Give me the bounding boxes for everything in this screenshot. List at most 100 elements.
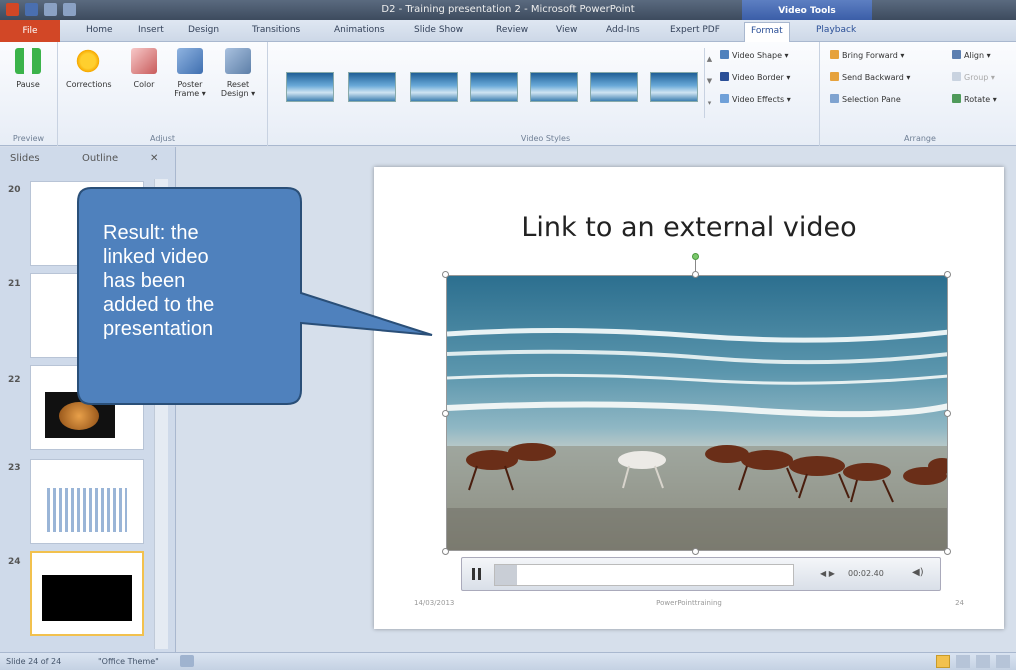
tab-review[interactable]: Review <box>496 25 528 35</box>
preview-group-label: Preview <box>12 134 45 143</box>
send-backward-icon <box>830 72 839 81</box>
tab-slide-show[interactable]: Slide Show <box>414 25 463 35</box>
slide-footer-number: 24 <box>955 599 964 607</box>
video-image <box>447 276 947 550</box>
status-bar: Slide 24 of 24 "Office Theme" <box>0 652 1016 670</box>
title-bar: D2 - Training presentation 2 - Microsoft… <box>0 0 1016 20</box>
rotate-icon <box>952 94 961 103</box>
ribbon: Pause Preview Corrections Color Poster F… <box>0 42 1016 146</box>
tab-slides[interactable]: Slides <box>10 153 40 164</box>
align-button[interactable]: Align ▾ <box>952 50 991 60</box>
slide-sorter-view-icon[interactable] <box>956 655 970 668</box>
preview-group: Pause Preview <box>0 42 58 146</box>
callout-text: Result: the linked video has been added … <box>103 222 215 340</box>
close-pane-icon[interactable]: ✕ <box>150 153 158 164</box>
thumbnail-video <box>42 575 132 621</box>
reset-design-icon <box>225 48 251 74</box>
tab-outline[interactable]: Outline <box>82 153 118 164</box>
reset-design-button[interactable]: Reset Design ▾ <box>216 48 260 98</box>
bring-forward-icon <box>830 50 839 59</box>
step-back-forward-icon[interactable]: ◀ ▶ <box>820 569 835 578</box>
arrange-group: Bring Forward ▾ Send Backward ▾ Selectio… <box>824 42 1016 146</box>
reading-view-icon[interactable] <box>976 655 990 668</box>
video-seek-bar[interactable] <box>494 564 794 586</box>
tab-design[interactable]: Design <box>188 25 219 35</box>
spellcheck-icon[interactable] <box>180 655 194 667</box>
pause-icon <box>472 568 475 580</box>
adjust-group-label: Adjust <box>149 134 175 143</box>
video-frame[interactable] <box>446 275 948 551</box>
video-style-thumb[interactable] <box>650 72 698 102</box>
rotation-handle[interactable] <box>692 253 699 260</box>
tab-view[interactable]: View <box>556 25 577 35</box>
tab-insert[interactable]: Insert <box>138 25 164 35</box>
video-border-button[interactable]: Video Border ▾ <box>720 72 790 82</box>
slide-number: 24 <box>8 557 21 567</box>
resize-handle[interactable] <box>442 548 449 555</box>
ribbon-tab-bar: File Home Insert Design Transitions Anim… <box>0 20 1016 43</box>
poster-frame-icon <box>177 48 203 74</box>
video-tools-context-header: Video Tools <box>742 0 872 20</box>
corrections-button[interactable]: Corrections <box>66 48 112 89</box>
slide-thumbnail-selected[interactable] <box>30 551 144 636</box>
send-backward-button[interactable]: Send Backward ▾ <box>830 72 910 82</box>
theme-name[interactable]: "Office Theme" <box>98 657 159 666</box>
pause-button[interactable]: Pause <box>6 48 50 89</box>
tab-transitions[interactable]: Transitions <box>252 25 300 35</box>
video-effects-button[interactable]: Video Effects ▾ <box>720 94 791 104</box>
video-style-thumb[interactable] <box>590 72 638 102</box>
group-icon <box>952 72 961 81</box>
video-border-icon <box>720 72 729 81</box>
resize-handle[interactable] <box>692 271 699 278</box>
resize-handle[interactable] <box>442 410 449 417</box>
resize-handle[interactable] <box>944 548 951 555</box>
video-style-thumb[interactable] <box>286 72 334 102</box>
tab-expert-pdf[interactable]: Expert PDF <box>670 25 720 35</box>
video-styles-group: ▲ ▼ ▾ Video Shape ▾ Video Border ▾ Video E… <box>272 42 820 146</box>
video-style-thumb[interactable] <box>530 72 578 102</box>
video-style-thumb[interactable] <box>470 72 518 102</box>
align-icon <box>952 50 961 59</box>
resize-handle[interactable] <box>944 410 951 417</box>
slideshow-view-icon[interactable] <box>996 655 1010 668</box>
seek-thumb[interactable] <box>495 565 517 585</box>
sun-icon <box>75 48 101 74</box>
callout-annotation: Result: the linked video has been added … <box>77 187 517 407</box>
slide-thumbnail[interactable] <box>30 459 144 544</box>
poster-frame-button[interactable]: Poster Frame ▾ <box>168 48 212 98</box>
color-button[interactable]: Color <box>122 48 166 89</box>
pause-icon-bar <box>478 568 481 580</box>
pause-icon <box>15 48 41 74</box>
slide-counter: Slide 24 of 24 <box>6 657 62 666</box>
video-time: 00:02.40 <box>848 569 884 578</box>
slide-footer-text: PowerPointtraining <box>656 599 722 607</box>
tab-add-ins[interactable]: Add-Ins <box>606 25 640 35</box>
tab-playback[interactable]: Playback <box>816 25 856 35</box>
tab-format[interactable]: Format <box>744 22 790 43</box>
video-style-thumb[interactable] <box>348 72 396 102</box>
bring-forward-button[interactable]: Bring Forward ▾ <box>830 50 904 60</box>
resize-handle[interactable] <box>944 271 951 278</box>
color-icon <box>131 48 157 74</box>
normal-view-icon[interactable] <box>936 655 950 668</box>
video-shape-button[interactable]: Video Shape ▾ <box>720 50 789 60</box>
selection-pane-icon <box>830 94 839 103</box>
tab-animations[interactable]: Animations <box>334 25 385 35</box>
slide-number: 23 <box>8 463 21 473</box>
slide-number: 22 <box>8 375 21 385</box>
video-style-thumb[interactable] <box>410 72 458 102</box>
arrange-group-label: Arrange <box>904 134 936 143</box>
tab-file[interactable]: File <box>0 20 60 42</box>
volume-icon[interactable]: ◀) <box>912 567 924 578</box>
thumbnail-chart <box>47 488 127 532</box>
video-effects-icon <box>720 94 729 103</box>
resize-handle[interactable] <box>692 548 699 555</box>
selection-pane-button[interactable]: Selection Pane <box>830 94 901 104</box>
video-styles-group-label: Video Styles <box>520 134 571 143</box>
styles-gallery-scroll[interactable]: ▲ ▼ ▾ <box>704 48 714 118</box>
tab-home[interactable]: Home <box>86 25 113 35</box>
video-controls: ◀ ▶ 00:02.40 ◀) <box>461 557 941 591</box>
play-pause-button[interactable] <box>470 567 484 581</box>
rotate-button[interactable]: Rotate ▾ <box>952 94 997 104</box>
group-button[interactable]: Group ▾ <box>952 72 995 82</box>
